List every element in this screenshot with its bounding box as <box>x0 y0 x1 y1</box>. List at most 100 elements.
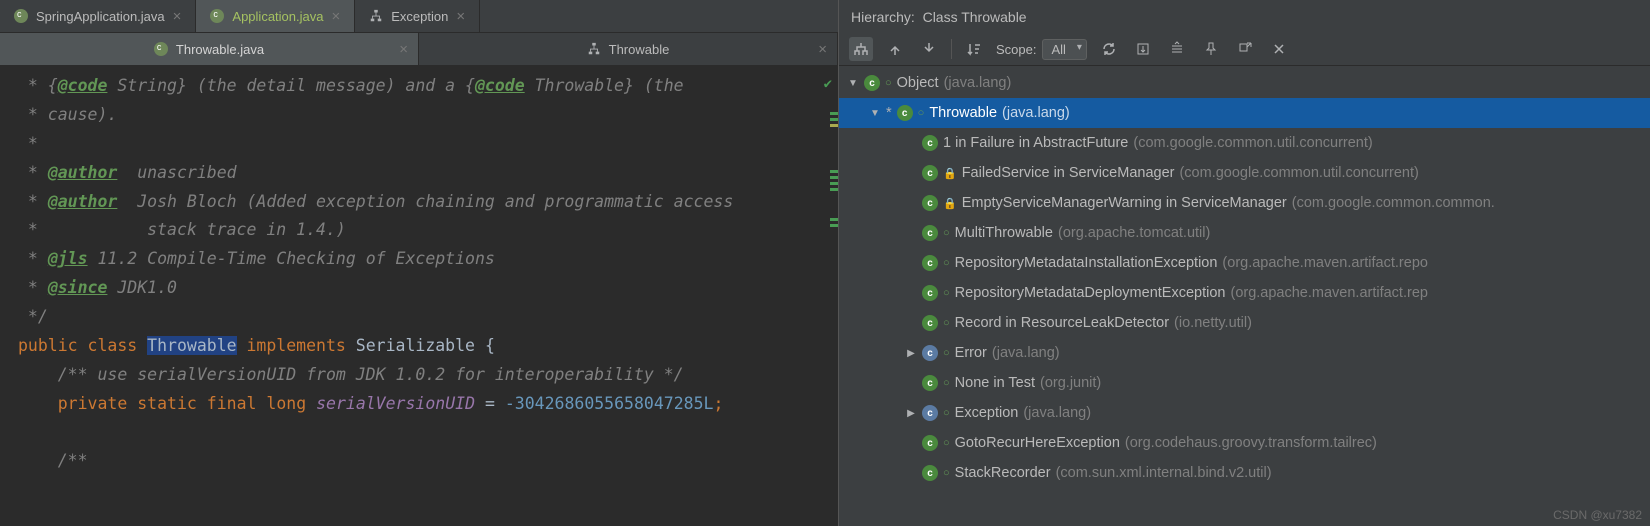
package-name: (io.netty.util) <box>1174 315 1252 331</box>
package-name: (com.sun.xml.internal.bind.v2.util) <box>1056 465 1272 481</box>
tree-arrow-icon[interactable]: ▼ <box>869 108 881 119</box>
watermark: CSDN @xu7382 <box>1553 508 1642 522</box>
struct-icon <box>369 9 383 23</box>
package-name: (java.lang) <box>992 345 1060 361</box>
class-name: MultiThrowable <box>955 225 1053 241</box>
tree-row-9[interactable]: ▶ c ○ Error (java.lang) <box>839 338 1650 368</box>
package-name: (org.codehaus.groovy.transform.tailrec) <box>1125 435 1377 451</box>
tree-row-2[interactable]: c1 in Failure in AbstractFuture (com.goo… <box>839 128 1650 158</box>
lock-icon: 🔒 <box>943 197 957 210</box>
open-icon: ○ <box>943 317 950 329</box>
tree-row-8[interactable]: c○Record in ResourceLeakDetector (io.net… <box>839 308 1650 338</box>
close-icon[interactable]: × <box>818 41 827 58</box>
tree-row-6[interactable]: c ○ RepositoryMetadataInstallationExceptio… <box>839 248 1650 278</box>
tree-row-13[interactable]: c ○ StackRecorder (com.sun.xml.internal.bi… <box>839 458 1650 488</box>
package-name: (org.apache.tomcat.util) <box>1058 225 1210 241</box>
code-editor[interactable]: ✔ * {@code String} (the detail message) … <box>0 66 838 526</box>
top-tab-1[interactable]: Application.java × <box>196 0 355 32</box>
class-name: StackRecorder <box>955 465 1051 481</box>
open-icon: ○ <box>943 347 950 359</box>
refresh-button[interactable] <box>1097 37 1121 61</box>
class-name: EmptyServiceManagerWarning in ServiceMan… <box>962 195 1287 211</box>
class-name: RepositoryMetadataDeploymentException <box>955 285 1226 301</box>
minimap[interactable] <box>830 112 838 230</box>
top-tab-2[interactable]: Exception × <box>355 0 480 32</box>
class-icon: c <box>922 135 938 151</box>
package-name: (com.google.common.common. <box>1292 195 1495 211</box>
tab-label: Throwable.java <box>176 42 264 57</box>
class-icon: c <box>922 405 938 421</box>
editor-pane: SpringApplication.java × Application.java ×… <box>0 0 838 526</box>
supertypes-button[interactable] <box>883 37 907 61</box>
class-name: Record in ResourceLeakDetector <box>955 315 1169 331</box>
tab-label: SpringApplication.java <box>36 9 165 24</box>
tree-row-5[interactable]: c ○ MultiThrowable (org.apache.tomcat.util… <box>839 218 1650 248</box>
tab-label: Throwable <box>609 42 670 57</box>
class-hierarchy-button[interactable] <box>849 37 873 61</box>
tab-label: Exception <box>391 9 448 24</box>
tree-row-0[interactable]: ▼c○Object (java.lang) <box>839 68 1650 98</box>
export-button[interactable] <box>1233 37 1257 61</box>
package-name: (org.apache.maven.artifact.rep <box>1230 285 1427 301</box>
close-icon[interactable]: × <box>456 8 465 25</box>
close-icon[interactable]: × <box>399 41 408 58</box>
class-name: RepositoryMetadataInstallationException <box>955 255 1218 271</box>
tree-arrow-icon[interactable]: ▼ <box>847 78 859 89</box>
hierarchy-tree[interactable]: ▼c○Object (java.lang)▼*c○Throwable (java… <box>839 66 1650 526</box>
open-icon: ○ <box>943 467 950 479</box>
scope-selector: Scope: All <box>996 39 1087 60</box>
class-icon: c <box>922 195 938 211</box>
pin-button[interactable] <box>1199 37 1223 61</box>
tree-arrow-icon[interactable]: ▶ <box>905 408 917 419</box>
class-icon: c <box>922 465 938 481</box>
expand-all-button[interactable] <box>1165 37 1189 61</box>
open-icon: ○ <box>943 257 950 269</box>
open-icon: ○ <box>943 227 950 239</box>
class-icon: c <box>922 345 938 361</box>
class-name: Error <box>955 345 987 361</box>
tree-row-11[interactable]: ▶c○Exception (java.lang) <box>839 398 1650 428</box>
close-icon[interactable]: × <box>173 8 182 25</box>
tree-row-4[interactable]: c 🔒 EmptyServiceManagerWarning in ServiceM… <box>839 188 1650 218</box>
package-name: (org.apache.maven.artifact.repo <box>1222 255 1428 271</box>
class-name: 1 in Failure in AbstractFuture <box>943 135 1128 151</box>
class-name: FailedService in ServiceManager <box>962 165 1175 181</box>
class-icon: c <box>922 255 938 271</box>
autoscroll-button[interactable] <box>1131 37 1155 61</box>
open-icon: ○ <box>885 77 892 89</box>
hierarchy-title: Hierarchy: Class Throwable <box>839 0 1650 33</box>
class-icon: c <box>922 375 938 391</box>
tree-row-7[interactable]: c○RepositoryMetadataDeploymentException … <box>839 278 1650 308</box>
tree-arrow-icon[interactable]: ▶ <box>905 348 917 359</box>
class-icon: c <box>864 75 880 91</box>
close-button[interactable] <box>1267 37 1291 61</box>
class-icon: c <box>922 225 938 241</box>
inspection-ok-icon: ✔ <box>824 72 832 97</box>
tree-row-1[interactable]: ▼*c○Throwable (java.lang) <box>839 98 1650 128</box>
subtypes-button[interactable] <box>917 37 941 61</box>
tab-label: Application.java <box>232 9 323 24</box>
tree-row-10[interactable]: c○None in Test (org.junit) <box>839 368 1650 398</box>
hierarchy-panel: Hierarchy: Class Throwable Scope: All ▼ c… <box>838 0 1650 526</box>
java-icon <box>154 42 168 56</box>
open-icon: ○ <box>943 287 950 299</box>
tree-row-3[interactable]: c🔒FailedService in ServiceManager (com.g… <box>839 158 1650 188</box>
package-name: (org.junit) <box>1040 375 1101 391</box>
hierarchy-toolbar: Scope: All <box>839 33 1650 66</box>
java-icon <box>210 9 224 23</box>
star-icon: * <box>886 105 892 121</box>
sub-tab-1[interactable]: Throwable × <box>419 33 838 65</box>
lock-icon: 🔒 <box>943 167 957 180</box>
open-icon: ○ <box>943 437 950 449</box>
class-icon: c <box>897 105 913 121</box>
tree-row-12[interactable]: c○GotoRecurHereException (org.codehaus.g… <box>839 428 1650 458</box>
top-tab-0[interactable]: SpringApplication.java × <box>0 0 196 32</box>
scope-dropdown[interactable]: All <box>1042 39 1086 60</box>
package-name: (com.google.common.util.concurrent) <box>1179 165 1418 181</box>
sub-tab-0[interactable]: Throwable.java × <box>0 33 419 65</box>
open-icon: ○ <box>918 107 925 119</box>
package-name: (java.lang) <box>1023 405 1091 421</box>
sort-button[interactable] <box>962 37 986 61</box>
class-icon: c <box>922 435 938 451</box>
close-icon[interactable]: × <box>331 8 340 25</box>
